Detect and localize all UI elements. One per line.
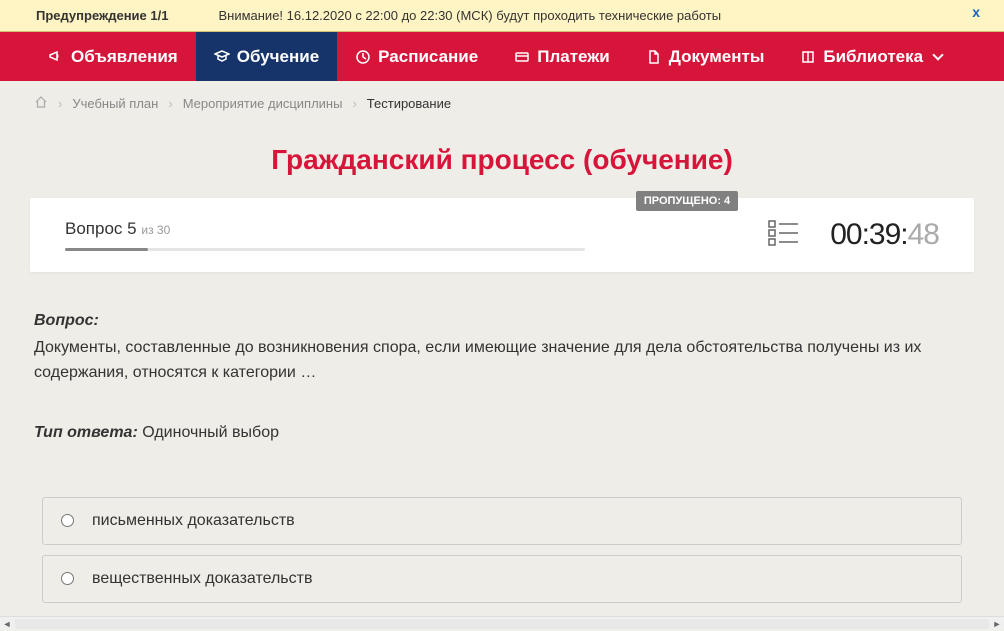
nav-schedule[interactable]: Расписание (337, 32, 496, 81)
timer: 00:39:48 (830, 218, 939, 252)
timer-ms: 48 (908, 218, 939, 251)
answer-options: письменных доказательств вещественных до… (34, 497, 970, 603)
home-icon[interactable] (34, 95, 48, 112)
clock-icon (355, 49, 371, 65)
nav-label: Объявления (71, 47, 178, 67)
chevron-right-icon: › (168, 96, 172, 111)
option-radio[interactable] (61, 572, 74, 585)
question-of: из (141, 223, 153, 237)
close-icon[interactable]: x (972, 4, 980, 20)
scroll-right-arrow[interactable]: ► (990, 617, 1004, 631)
answer-type-label: Тип ответа: (34, 424, 138, 441)
book-icon (800, 49, 816, 65)
megaphone-icon (48, 49, 64, 65)
alert-title: Предупреждение 1/1 (36, 8, 168, 23)
payment-icon (514, 49, 530, 65)
question-label: Вопрос: (34, 312, 970, 330)
question-status-bar: Вопрос 5 из 30 ПРОПУЩЕНО: 4 00:39:48 (30, 198, 974, 272)
nav-label: Расписание (378, 47, 478, 67)
document-icon (646, 49, 662, 65)
skipped-badge: ПРОПУЩЕНО: 4 (636, 191, 738, 211)
main-nav: Объявления Обучение Расписание Платежи Д… (0, 32, 1004, 81)
timer-mm: 00 (830, 218, 861, 251)
chevron-down-icon (932, 49, 943, 60)
horizontal-scrollbar[interactable]: ◄ ► (0, 616, 1004, 630)
page-title: Гражданский процесс (обучение) (0, 126, 1004, 198)
timer-ss: 39 (869, 218, 900, 251)
scroll-left-arrow[interactable]: ◄ (0, 617, 14, 631)
breadcrumb: › Учебный план › Мероприятие дисциплины … (0, 81, 1004, 126)
alert-bar: Предупреждение 1/1 Внимание! 16.12.2020 … (0, 0, 1004, 32)
nav-label: Платежи (537, 47, 610, 67)
list-icon (768, 219, 800, 247)
nav-library[interactable]: Библиотека (782, 32, 960, 81)
progress-bar (65, 248, 585, 251)
option-2[interactable]: вещественных доказательств (42, 555, 962, 603)
breadcrumb-event[interactable]: Мероприятие дисциплины (183, 96, 343, 111)
question-current: 5 (127, 219, 136, 238)
question-total: 30 (157, 223, 170, 237)
answer-type-row: Тип ответа: Одиночный выбор (34, 424, 970, 442)
question-progress: Вопрос 5 из 30 ПРОПУЩЕНО: 4 (65, 219, 738, 251)
nav-announcements[interactable]: Объявления (30, 32, 196, 81)
option-label: вещественных доказательств (92, 570, 312, 588)
answer-type-value: Одиночный выбор (142, 424, 279, 441)
chevron-right-icon: › (352, 96, 356, 111)
progress-fill (65, 248, 148, 251)
nav-learning[interactable]: Обучение (196, 32, 337, 81)
chevron-right-icon: › (58, 96, 62, 111)
breadcrumb-current: Тестирование (367, 96, 451, 111)
question-content: Вопрос: Документы, составленные до возни… (0, 272, 1004, 603)
option-label: письменных доказательств (92, 512, 295, 530)
question-text: Документы, составленные до возникновения… (34, 336, 970, 386)
question-word: Вопрос (65, 219, 122, 238)
question-counter: Вопрос 5 из 30 (65, 219, 738, 239)
nav-payments[interactable]: Платежи (496, 32, 628, 81)
nav-label: Библиотека (823, 47, 923, 67)
scroll-track[interactable] (15, 619, 989, 629)
option-1[interactable]: письменных доказательств (42, 497, 962, 545)
graduation-cap-icon (214, 49, 230, 65)
nav-label: Документы (669, 47, 765, 67)
breadcrumb-plan[interactable]: Учебный план (72, 96, 158, 111)
option-radio[interactable] (61, 514, 74, 527)
nav-label: Обучение (237, 47, 319, 67)
nav-documents[interactable]: Документы (628, 32, 783, 81)
alert-text: Внимание! 16.12.2020 с 22:00 до 22:30 (М… (218, 8, 988, 23)
question-list-button[interactable] (768, 219, 800, 252)
